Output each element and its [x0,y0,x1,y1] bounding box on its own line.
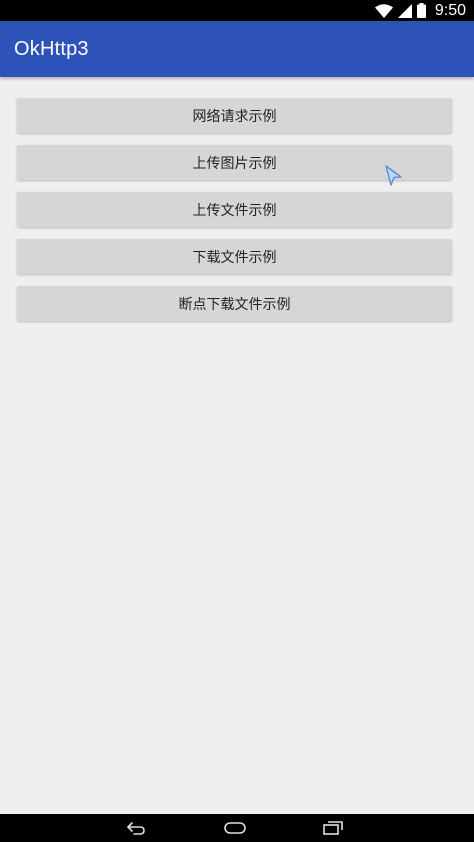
app-title: OkHttp3 [14,37,89,60]
button-list: 网络请求示例 上传图片示例 上传文件示例 下载文件示例 断点下载文件示例 [17,98,452,321]
status-bar: 9:50 [0,0,474,21]
upload-file-button[interactable]: 上传文件示例 [17,192,452,227]
resume-download-button[interactable]: 断点下载文件示例 [17,286,452,321]
upload-image-button[interactable]: 上传图片示例 [17,145,452,180]
download-file-button[interactable]: 下载文件示例 [17,239,452,274]
network-request-button[interactable]: 网络请求示例 [17,98,452,133]
status-time: 9:50 [434,2,466,19]
wifi-icon [374,3,393,18]
screen: 9:50 OkHttp3 网络请求示例 上传图片示例 上传文件示例 下载文件示例… [0,0,474,842]
app-bar: OkHttp3 [0,21,474,77]
home-icon[interactable] [223,818,247,838]
navigation-bar [0,814,474,842]
back-icon[interactable] [124,818,148,838]
signal-icon [397,3,412,18]
battery-icon [416,3,426,18]
recent-apps-icon[interactable] [321,818,345,838]
